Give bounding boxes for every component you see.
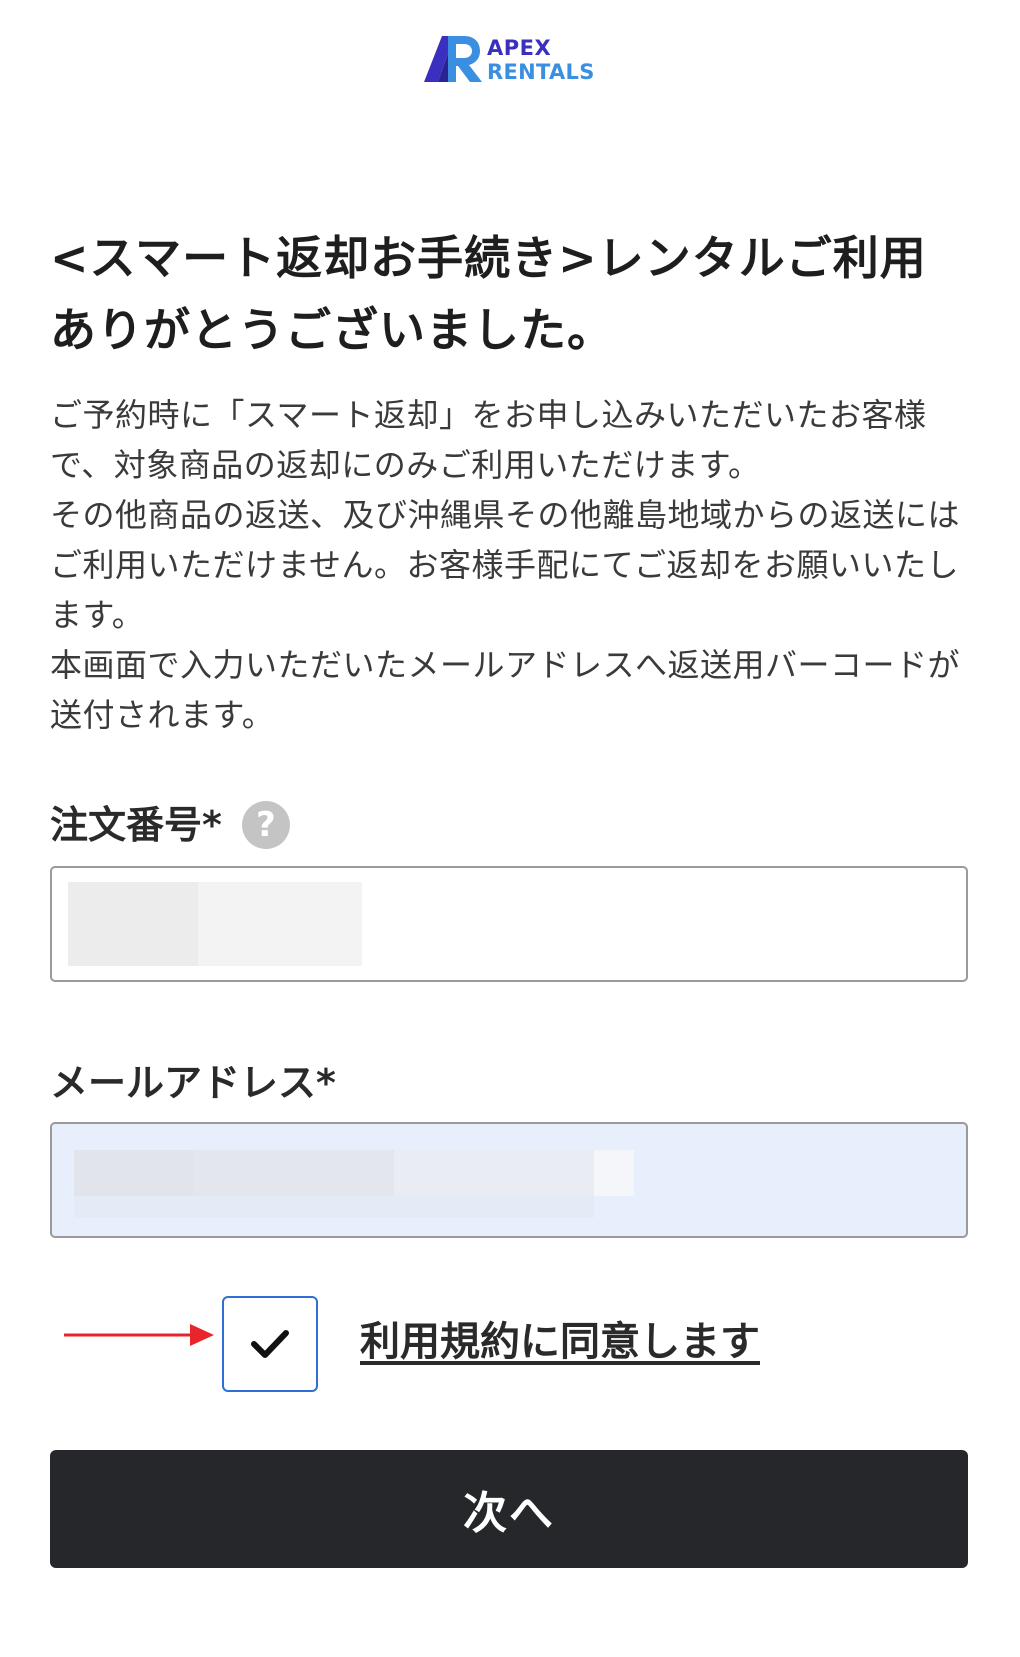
description: ご予約時に「スマート返却」をお申し込みいただいたお客様で、対象商品の返却にのみご… [50,390,970,740]
apex-rentals-logo: APEX RENTALS [424,36,600,88]
email-input[interactable] [50,1122,968,1238]
checkmark-icon [251,1330,289,1358]
question-icon[interactable]: ? [241,801,290,849]
red-arrow-icon [64,1324,214,1346]
agree-terms-checkbox[interactable] [222,1296,318,1392]
redacted-value [594,1150,634,1196]
next-button[interactable]: 次へ [50,1450,968,1568]
redacted-value [68,882,198,966]
order-number-input[interactable] [50,866,968,982]
logo-wordmark: APEX RENTALS [487,36,595,84]
email-label-text: メールアドレス* [50,1061,336,1105]
description-paragraph: その他商品の返送、及び沖縄県その他離島地域からの返送にはご利用いただけません。お… [50,496,961,634]
page-title: <スマート返却お手続き>レンタルご利用ありがとうございました。 [50,231,927,357]
order-number-label: 注文番号* ? [50,800,290,850]
redacted-value [194,1150,394,1196]
ar-logo-mark-icon [424,36,482,82]
description-paragraph: ご予約時に「スマート返却」をお申し込みいただいたお客様で、対象商品の返却にのみご… [50,396,927,484]
email-label: メールアドレス* [50,1058,336,1108]
redacted-value [74,1196,594,1218]
redacted-value [198,882,362,966]
terms-of-use-link[interactable]: 利用規約に同意します [360,1314,760,1370]
logo-line-apex: APEX [487,36,552,60]
order-number-label-text: 注文番号* [50,803,222,847]
redacted-value [394,1150,594,1196]
logo-line-rentals: RENTALS [487,60,595,84]
description-paragraph: 本画面で入力いただいたメールアドレスへ返送用バーコードが送付されます。 [50,646,961,734]
redacted-value [74,1150,194,1196]
